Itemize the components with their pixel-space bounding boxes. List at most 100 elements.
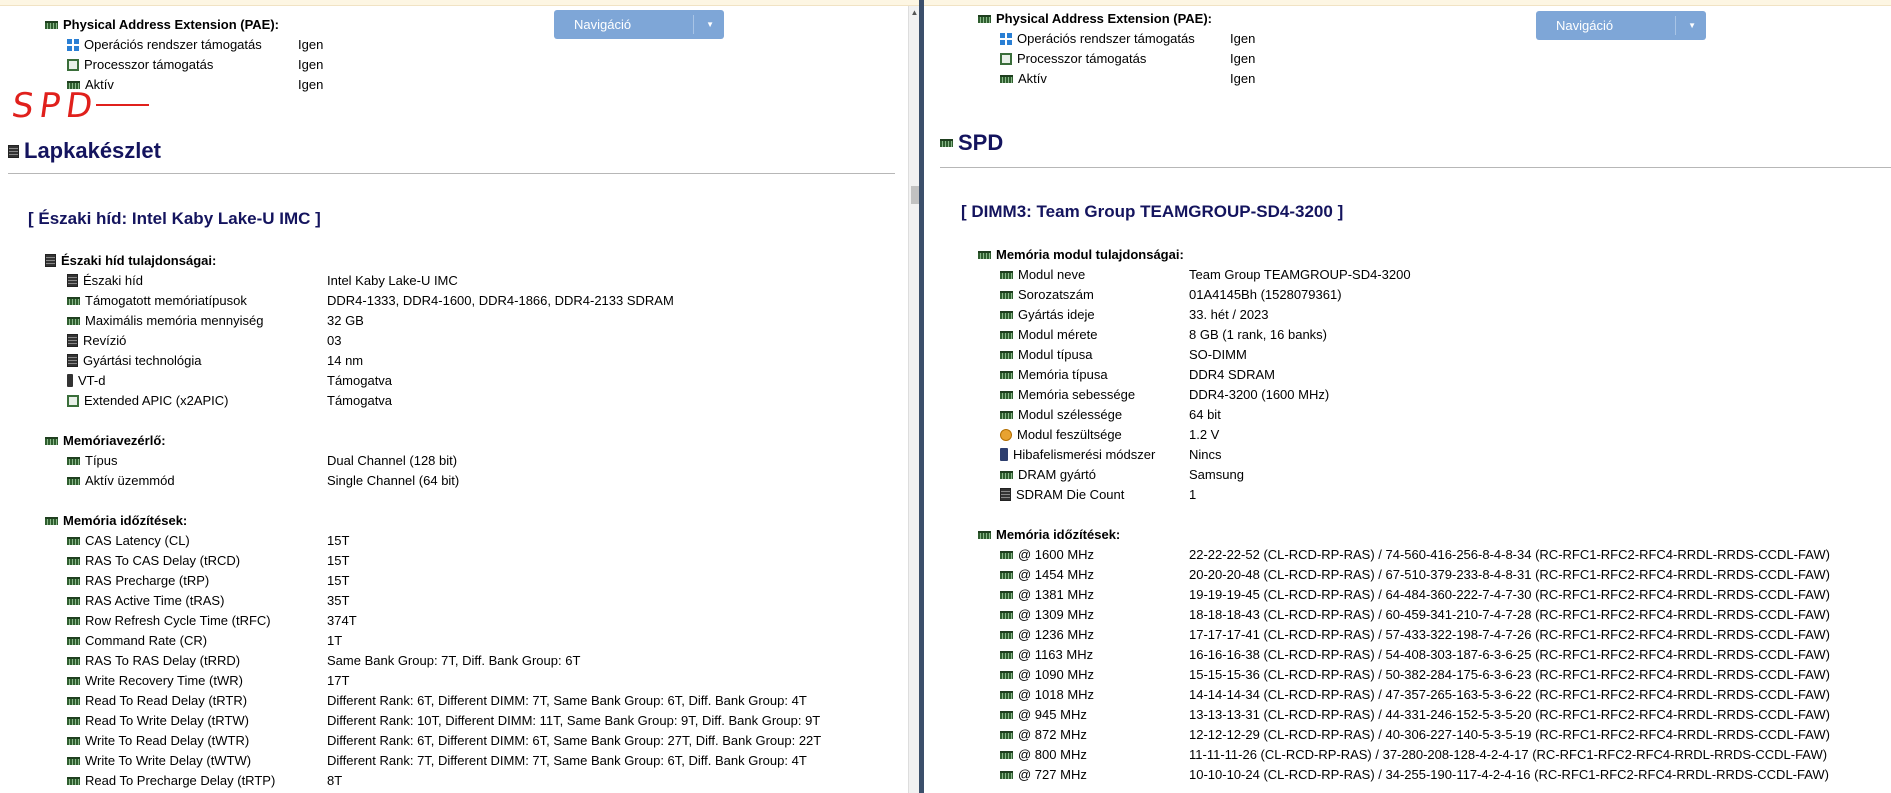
property-value: Nincs [1189,447,1222,462]
property-row: @ 1236 MHz [1000,625,1094,645]
property-value: 03 [327,333,342,348]
property-label: Modul feszültsége [1017,427,1122,442]
section-divider [940,167,1891,168]
property-row: @ 945 MHz [1000,705,1087,725]
ecc-icon [1000,448,1008,462]
property-label: Modul mérete [1018,327,1098,342]
property-value: 374T [327,613,357,628]
scroll-up-arrow-icon[interactable]: ▲ [910,8,919,17]
property-row: CAS Latency (CL) [67,531,190,551]
property-value: 15T [327,533,350,548]
property-row: Processzor támogatás [1000,49,1146,69]
ram-icon [45,20,58,29]
ram-icon [67,536,80,545]
left-report-pane: Navigáció ▼ Physical Address Extension (… [0,6,908,793]
cpu-icon [1000,52,1012,65]
group-title-text: Memória időzítések: [996,527,1121,542]
property-label: RAS Precharge (tRP) [85,573,210,588]
property-value: 17T [327,673,350,688]
property-row: @ 727 MHz [1000,765,1087,785]
scrollbar-thumb[interactable] [911,186,919,204]
property-value: 14 nm [327,353,364,368]
chip-icon [1000,488,1011,502]
property-value: 35T [327,593,350,608]
property-value: 22-22-22-52 (CL-RCD-RP-RAS) / 74-560-416… [1189,547,1830,562]
ram-icon [67,676,80,685]
chip-icon [45,254,56,268]
property-label: RAS Active Time (tRAS) [85,593,225,608]
property-label: @ 1381 MHz [1018,587,1095,602]
navigation-dropdown-button[interactable]: Navigáció ▼ [1536,11,1706,40]
property-row: DRAM gyártó [1000,465,1096,485]
ram-icon [1000,750,1013,759]
property-value: 8T [327,773,343,788]
navigation-dropdown-button[interactable]: Navigáció ▼ [554,10,724,39]
property-value: 11-11-11-26 (CL-RCD-RP-RAS) / 37-280-208… [1189,747,1828,762]
ram-icon [1000,74,1013,83]
property-row: Memória típusa [1000,365,1108,385]
ram-icon [1000,370,1013,379]
property-row: Write To Read Delay (tWTR) [67,731,249,751]
property-row: Modul típusa [1000,345,1092,365]
ram-icon [1000,410,1013,419]
property-value: Intel Kaby Lake-U IMC [327,273,458,288]
property-value: Different Rank: 10T, Different DIMM: 11T… [327,713,821,728]
windows-icon [67,38,79,51]
ram-icon [67,736,80,745]
property-value: Same Bank Group: 7T, Diff. Bank Group: 6… [327,653,581,668]
chip-icon [8,144,19,158]
property-label: RAS To RAS Delay (tRRD) [85,653,241,668]
vt-icon [67,374,73,388]
ram-icon [1000,470,1013,479]
property-row: @ 1600 MHz [1000,545,1094,565]
group-title-text: Memóriavezérlő: [63,433,166,448]
group-title: Északi híd tulajdonságai: [45,251,216,271]
property-value: 20-20-20-48 (CL-RCD-RP-RAS) / 67-510-379… [1189,567,1830,582]
property-label: Modul neve [1018,267,1086,282]
windows-icon [1000,32,1012,45]
ram-icon [1000,270,1013,279]
ram-icon [1000,330,1013,339]
property-value: 64 bit [1189,407,1221,422]
property-value: 1.2 V [1189,427,1220,442]
group-title-text: Memória modul tulajdonságai: [996,247,1184,262]
property-label: Gyártás ideje [1018,307,1095,322]
ram-icon [1000,350,1013,359]
property-label: @ 727 MHz [1018,767,1087,782]
group-title-text: Északi híd tulajdonságai: [61,253,217,268]
group-title: Physical Address Extension (PAE): [978,9,1212,29]
property-label: Aktív [1018,71,1047,86]
ram-icon [1000,590,1013,599]
group-title-text: Memória időzítések: [63,513,188,528]
property-label: Gyártási technológia [83,353,202,368]
property-label: Command Rate (CR) [85,633,208,648]
dropdown-separator [693,15,694,34]
property-row: Aktív üzemmód [67,471,175,491]
ram-icon [67,776,80,785]
ram-icon [1000,650,1013,659]
ram-icon [978,530,991,539]
property-label: Revízió [83,333,127,348]
property-row: Read To Read Delay (tRTR) [67,691,247,711]
ram-icon [1000,690,1013,699]
property-row: Command Rate (CR) [67,631,207,651]
property-row: @ 1454 MHz [1000,565,1094,585]
property-row: Row Refresh Cycle Time (tRFC) [67,611,271,631]
ram-icon [67,716,80,725]
property-row: @ 1309 MHz [1000,605,1094,625]
chip-icon [67,274,78,288]
property-label: @ 1454 MHz [1018,567,1095,582]
group-title: Memóriavezérlő: [45,431,166,451]
property-value: 33. hét / 2023 [1189,307,1269,322]
chevron-down-icon: ▼ [1688,21,1696,30]
property-row: Sorozatszám [1000,285,1094,305]
ram-icon [1000,550,1013,559]
ram-icon [67,696,80,705]
property-label: Read To Precharge Delay (tRTP) [85,773,276,788]
property-row: Modul mérete [1000,325,1097,345]
ram-icon [67,756,80,765]
property-row: Read To Precharge Delay (tRTP) [67,771,275,791]
property-row: Modul neve [1000,265,1085,285]
property-value: 8 GB (1 rank, 16 banks) [1189,327,1328,342]
pane-divider[interactable] [919,0,924,793]
